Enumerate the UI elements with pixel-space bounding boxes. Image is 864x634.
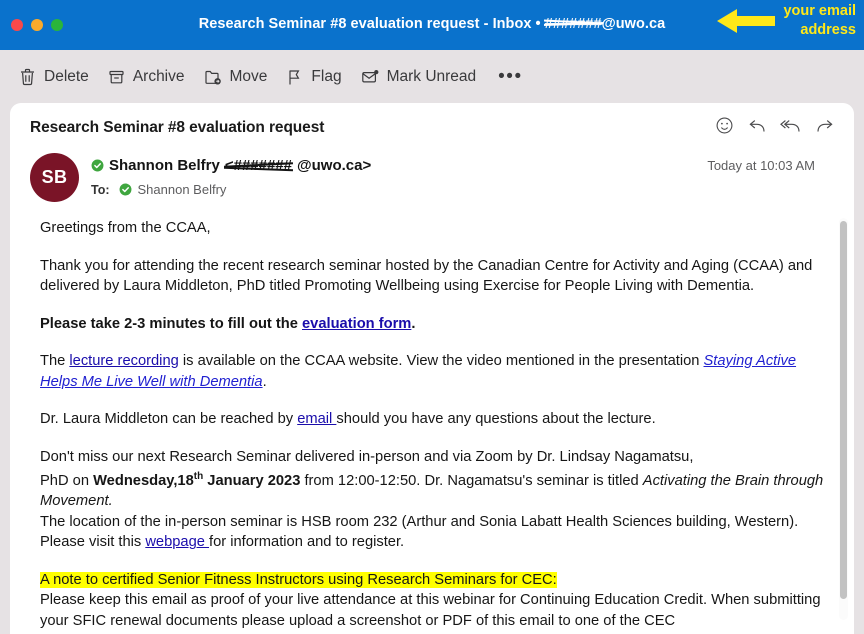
evaluation-form-link[interactable]: evaluation form xyxy=(302,316,411,332)
flag-icon xyxy=(285,67,304,87)
lecture-recording-link[interactable]: lecture recording xyxy=(69,353,178,369)
mail-toolbar: Delete Archive Move Flag Mark Unread ••• xyxy=(0,50,864,103)
seminar-date-bold-month: January 2023 xyxy=(203,472,301,489)
flag-label: Flag xyxy=(311,67,342,85)
message-subject: Research Seminar #8 evaluation request xyxy=(30,119,325,136)
body-paragraph-thanks: Thank you for attending the recent resea… xyxy=(40,257,813,295)
mark-unread-button[interactable]: Mark Unread xyxy=(354,62,489,92)
avatar: SB xyxy=(30,153,79,202)
window-titlebar: Research Seminar #8 evaluation request -… xyxy=(0,0,864,50)
message-card: Research Seminar #8 evaluation request S… xyxy=(10,103,854,634)
reply-icon[interactable] xyxy=(747,116,767,135)
seminar-date-ordinal: th xyxy=(193,471,204,482)
evaluation-text-pre: Please take 2-3 minutes to fill out the xyxy=(40,315,302,332)
body-scrollbar-thumb[interactable] xyxy=(840,221,847,599)
message-actions xyxy=(715,116,835,135)
react-emoji-icon[interactable] xyxy=(715,116,734,135)
folder-move-icon xyxy=(203,67,223,87)
forward-icon[interactable] xyxy=(815,116,835,135)
recipient-name[interactable]: Shannon Belfry xyxy=(138,182,227,197)
body-paragraph-recording: The lecture recording is available on th… xyxy=(40,351,828,392)
reply-all-icon[interactable] xyxy=(780,116,802,135)
contact-text-pre: Dr. Laura Middleton can be reached by xyxy=(40,411,298,427)
archive-label: Archive xyxy=(132,67,185,85)
annotation-text: your email address xyxy=(783,3,856,38)
email-domain-text: @uwo.ca xyxy=(601,16,666,32)
body-paragraph-location: The location of the in-person seminar is… xyxy=(40,513,799,530)
message-timestamp: Today at 10:03 AM xyxy=(707,158,815,173)
sender-email-redacted: <####### xyxy=(224,157,293,174)
move-button[interactable]: Move xyxy=(197,62,280,92)
next-seminar-text-pre: PhD on xyxy=(40,472,94,489)
delete-label: Delete xyxy=(44,67,89,85)
evaluation-text-post: . xyxy=(411,315,416,332)
sender-email-domain: @uwo.ca> xyxy=(297,157,372,174)
recording-text-pre: The xyxy=(40,353,70,369)
body-highlighted-note: A note to certified Senior Fitness Instr… xyxy=(40,570,828,591)
mark-unread-label: Mark Unread xyxy=(386,67,477,85)
register-text-pre: Please visit this xyxy=(40,534,146,551)
sender-info: Shannon Belfry <####### @uwo.ca> To: Shan… xyxy=(91,153,371,197)
verified-badge-icon xyxy=(91,159,104,172)
recording-text-post: . xyxy=(262,373,267,390)
recording-text-mid: is available on the CCAA website. View t… xyxy=(178,353,704,369)
body-greeting: Greetings from the CCAA, xyxy=(40,220,211,236)
body-paragraph-contact: Dr. Laura Middleton can be reached by em… xyxy=(40,409,828,430)
message-header: Research Seminar #8 evaluation request S… xyxy=(10,103,854,202)
ellipsis-icon: ••• xyxy=(498,65,523,87)
body-scrollbar[interactable] xyxy=(839,218,848,620)
delete-button[interactable]: Delete xyxy=(12,62,101,92)
body-paragraph-cec: Please keep this email as proof of your … xyxy=(40,592,821,629)
archive-box-icon xyxy=(107,67,126,87)
envelope-dot-icon xyxy=(360,67,380,87)
body-paragraph-next-seminar-line1: Don't miss our next Research Seminar del… xyxy=(40,448,694,465)
body-paragraph-next-seminar-line2: PhD on Wednesday,18th January 2023 from … xyxy=(40,467,828,512)
verified-badge-icon xyxy=(119,183,131,196)
to-label: To: xyxy=(91,182,110,197)
annotation-callout: your email address xyxy=(715,2,856,40)
message-body-scroll-area[interactable]: Greetings from the CCAA, Thank you for a… xyxy=(10,218,854,634)
window-title-text: Research Seminar #8 evaluation request -… xyxy=(198,16,545,32)
message-body: Greetings from the CCAA, Thank you for a… xyxy=(10,218,854,631)
body-paragraph-evaluation: Please take 2-3 minutes to fill out the … xyxy=(40,314,828,335)
trash-icon xyxy=(18,67,37,87)
sender-line[interactable]: Shannon Belfry <####### @uwo.ca> xyxy=(91,157,371,174)
sender-row: SB Shannon Belfry <#######@uwo.ca> To: xyxy=(30,153,834,202)
next-seminar-text-mid: from 12:00-12:50. Dr. Nagamatsu's semina… xyxy=(300,472,643,489)
email-link[interactable]: email xyxy=(297,411,336,427)
webpage-link[interactable]: webpage xyxy=(145,534,209,550)
move-label: Move xyxy=(229,67,268,85)
register-text-post: for information and to register. xyxy=(209,534,405,551)
redacted-email-user: ####### xyxy=(544,16,602,32)
sender-name: Shannon Belfry xyxy=(109,157,220,174)
highlighted-note-text: A note to certified Senior Fitness Instr… xyxy=(40,571,557,588)
archive-button[interactable]: Archive xyxy=(101,62,197,92)
more-options-button[interactable]: ••• xyxy=(488,67,532,87)
left-arrow-icon xyxy=(717,9,776,33)
body-paragraph-register: Please visit this webpage for informatio… xyxy=(40,532,828,553)
recipient-line: To: Shannon Belfry xyxy=(91,182,371,197)
seminar-date-bold: Wednesday,18 xyxy=(93,472,194,489)
flag-button[interactable]: Flag xyxy=(279,62,353,92)
contact-text-post: should you have any questions about the … xyxy=(336,411,656,427)
